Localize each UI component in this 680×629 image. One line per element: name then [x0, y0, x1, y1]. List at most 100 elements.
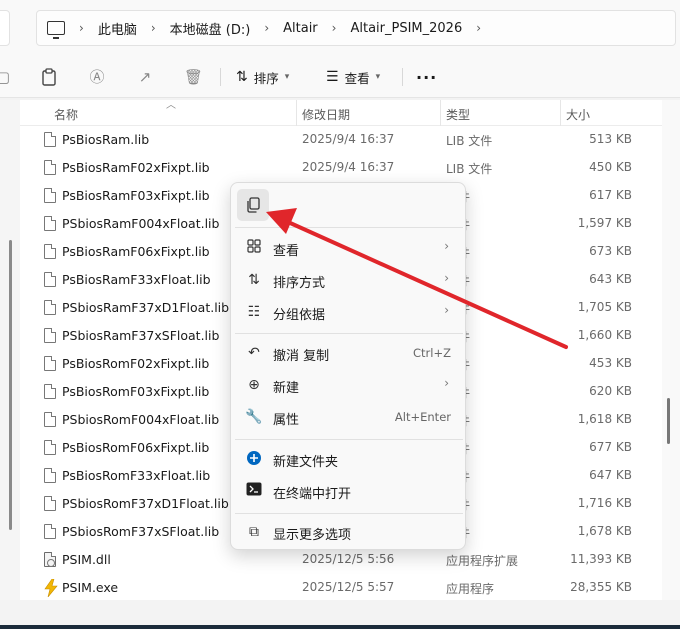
file-size: 1,618 KB	[577, 412, 632, 426]
table-row[interactable]: PsBiosRamF02xFixpt.lib 2025/9/4 16:37 LIB …	[20, 154, 662, 182]
chevron-right-icon[interactable]: ›	[476, 21, 481, 35]
column-type[interactable]: 类型	[446, 106, 470, 123]
more-options-icon[interactable]: ···	[416, 68, 437, 87]
computer-icon	[47, 21, 65, 39]
file-icon	[44, 216, 56, 231]
file-date: 2025/12/5 5:57	[302, 580, 395, 594]
breadcrumb-altair[interactable]: Altair	[283, 21, 318, 36]
view-button[interactable]: ☰ 查看 ▾	[326, 66, 380, 88]
column-name[interactable]: 名称	[54, 106, 78, 123]
group-list-icon: ☷	[247, 304, 261, 320]
file-size: 673 KB	[589, 244, 632, 258]
table-row[interactable]: PSIM.dll 2025/12/5 5:56 应用程序扩展 11,393 KB	[20, 546, 662, 574]
file-type: LIB 文件	[446, 162, 493, 176]
chevron-right-icon[interactable]: ›	[332, 21, 337, 35]
taskbar-edge	[0, 625, 680, 629]
file-size: 513 KB	[589, 132, 632, 146]
table-row[interactable]: PSIM.exe 2025/12/5 5:57 应用程序 28,355 KB	[20, 574, 662, 602]
chevron-right-icon: ›	[444, 303, 449, 317]
breadcrumb-psim[interactable]: Altair_PSIM_2026	[350, 21, 462, 36]
menu-item-undo-copy[interactable]: ↶ 撤消 复制 Ctrl+Z	[235, 338, 463, 368]
breadcrumb-local-disk[interactable]: 本地磁盘 (D:)	[170, 19, 251, 38]
share-icon[interactable]: ↗	[136, 68, 154, 86]
shortcut-label: Alt+Enter	[394, 410, 451, 424]
file-name: PSbiosRamF37xD1Float.lib	[62, 300, 230, 315]
file-size: 617 KB	[589, 188, 632, 202]
column-divider[interactable]	[560, 100, 561, 126]
paste-icon[interactable]	[40, 68, 58, 86]
file-icon	[44, 440, 56, 455]
chevron-down-icon: ▾	[375, 72, 381, 82]
file-icon	[44, 132, 56, 147]
menu-item-sort[interactable]: ⇅ 排序方式 ›	[235, 265, 463, 295]
file-icon	[44, 412, 56, 427]
new-icon[interactable]: ▢	[0, 68, 12, 86]
address-bar-area: › 此电脑 › 本地磁盘 (D:) › Altair › Altair_PSIM…	[0, 0, 680, 56]
open-external-icon: ⧉	[249, 524, 259, 540]
file-icon	[44, 496, 56, 511]
file-name: PsBiosRam.lib	[62, 132, 150, 147]
menu-item-view[interactable]: 查看 ›	[235, 233, 463, 263]
menu-item-group[interactable]: ☷ 分组依据 ›	[235, 297, 463, 327]
rename-icon[interactable]: Ⓐ	[88, 68, 106, 86]
file-name: PsBiosRomF33xFloat.lib	[62, 468, 211, 483]
file-icon	[44, 244, 56, 259]
file-name: PSbiosRomF37xD1Float.lib	[62, 496, 229, 511]
chevron-right-icon[interactable]: ›	[79, 21, 84, 35]
menu-label: 显示更多选项	[273, 528, 352, 543]
menu-item-new[interactable]: ⊕ 新建 ›	[235, 370, 463, 400]
table-row[interactable]: PsBiosRam.lib 2025/9/4 16:37 LIB 文件 513 KB	[20, 126, 662, 154]
file-icon	[44, 188, 56, 203]
file-size: 28,355 KB	[570, 580, 632, 594]
file-size: 1,660 KB	[577, 328, 632, 342]
file-icon	[44, 524, 56, 539]
menu-item-open-terminal[interactable]: 在终端中打开	[235, 476, 463, 506]
menu-divider	[235, 513, 463, 514]
sort-ascending-icon: ︿	[166, 100, 176, 111]
chevron-down-icon: ▾	[284, 72, 290, 82]
menu-label: 新建	[273, 381, 300, 396]
column-divider[interactable]	[440, 100, 441, 126]
file-size: 1,705 KB	[577, 300, 632, 314]
file-size: 677 KB	[589, 440, 632, 454]
menu-item-properties[interactable]: 🔧 属性 Alt+Enter	[235, 402, 463, 432]
file-name: PSIM.dll	[62, 552, 111, 567]
menu-item-show-more[interactable]: ⧉ 显示更多选项	[235, 517, 463, 547]
sort-icon: ⇅	[248, 272, 260, 288]
chevron-right-icon: ›	[444, 271, 449, 285]
column-divider[interactable]	[296, 100, 297, 126]
file-name: PSbiosRomF004xFloat.lib	[62, 412, 220, 427]
shortcut-label: Ctrl+Z	[413, 346, 451, 360]
column-date[interactable]: 修改日期	[302, 106, 350, 123]
file-type: 应用程序	[446, 582, 495, 596]
file-name: PsBiosRomF02xFixpt.lib	[62, 356, 210, 371]
column-header: ︿ 名称 修改日期 类型 大小	[20, 100, 662, 126]
toolbar-divider	[220, 68, 221, 86]
column-size[interactable]: 大小	[566, 106, 590, 123]
view-icon: ☰	[326, 69, 339, 85]
file-date: 2025/9/4 16:37	[302, 160, 395, 174]
chevron-right-icon[interactable]: ›	[264, 21, 269, 35]
menu-item-new-folder[interactable]: 新建文件夹	[235, 444, 463, 474]
menu-label: 新建文件夹	[273, 455, 339, 470]
file-name: PsBiosRomF03xFixpt.lib	[62, 384, 210, 399]
chevron-right-icon: ›	[444, 376, 449, 390]
address-field[interactable]: › 此电脑 › 本地磁盘 (D:) › Altair › Altair_PSIM…	[36, 10, 676, 46]
back-button-stub[interactable]	[0, 10, 10, 46]
file-name: PsBiosRomF06xFixpt.lib	[62, 440, 210, 455]
file-size: 450 KB	[589, 160, 632, 174]
file-size: 453 KB	[589, 356, 632, 370]
file-name: PsBiosRamF02xFixpt.lib	[62, 160, 210, 175]
menu-label: 查看	[273, 244, 300, 259]
breadcrumb-this-pc[interactable]: 此电脑	[98, 19, 137, 38]
menu-label: 排序方式	[273, 276, 326, 291]
nav-scrollbar[interactable]	[9, 240, 12, 530]
file-size: 1,716 KB	[577, 496, 632, 510]
file-icon	[44, 384, 56, 399]
content-scrollbar[interactable]	[667, 398, 670, 444]
sort-icon: ⇅	[236, 69, 248, 85]
copy-button[interactable]	[237, 189, 269, 221]
delete-icon[interactable]: 🗑	[184, 68, 203, 86]
chevron-right-icon[interactable]: ›	[151, 21, 156, 35]
sort-button[interactable]: ⇅ 排序 ▾	[236, 66, 289, 88]
